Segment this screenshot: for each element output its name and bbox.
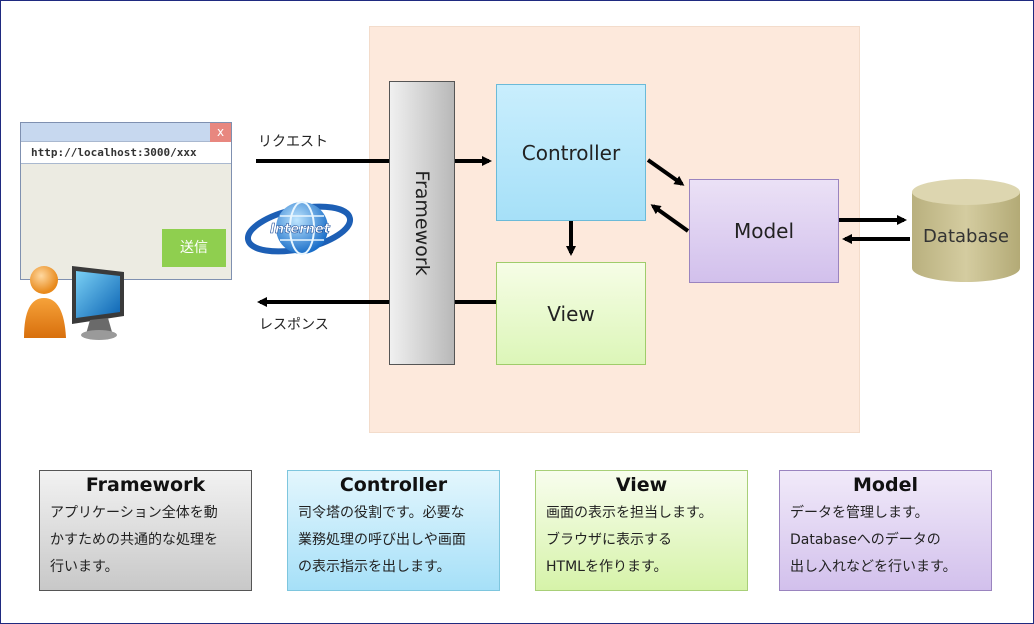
model-card-title: Model bbox=[853, 474, 918, 496]
framework-card-title: Framework bbox=[85, 474, 206, 496]
view-card: View 画面の表示を担当します。 ブラウザに表示する HTMLを作ります。 bbox=[535, 470, 748, 591]
controller-to-model-arrow bbox=[646, 158, 685, 186]
model-card: Model データを管理します。 Databaseへのデータの 出し入れなどを行… bbox=[779, 470, 992, 591]
view-card-title: View bbox=[615, 474, 668, 496]
view-card-body: 画面の表示を担当します。 ブラウザに表示する HTMLを作ります。 bbox=[546, 505, 713, 575]
model-to-controller-arrow bbox=[650, 204, 690, 233]
model-card-body: データを管理します。 Databaseへのデータの 出し入れなどを行います。 bbox=[790, 505, 957, 575]
controller-card-body: 司令塔の役割です。必要な 業務処理の呼び出しや画面 の表示指示を出します。 bbox=[298, 505, 466, 575]
controller-card: Controller 司令塔の役割です。必要な 業務処理の呼び出しや画面 の表示… bbox=[287, 470, 500, 591]
framework-card: Framework アプリケーション全体を動 かすための共通的な処理を 行います… bbox=[39, 470, 252, 591]
controller-card-title: Controller bbox=[339, 474, 448, 496]
framework-card-body: アプリケーション全体を動 かすための共通的な処理を 行います。 bbox=[50, 505, 218, 575]
